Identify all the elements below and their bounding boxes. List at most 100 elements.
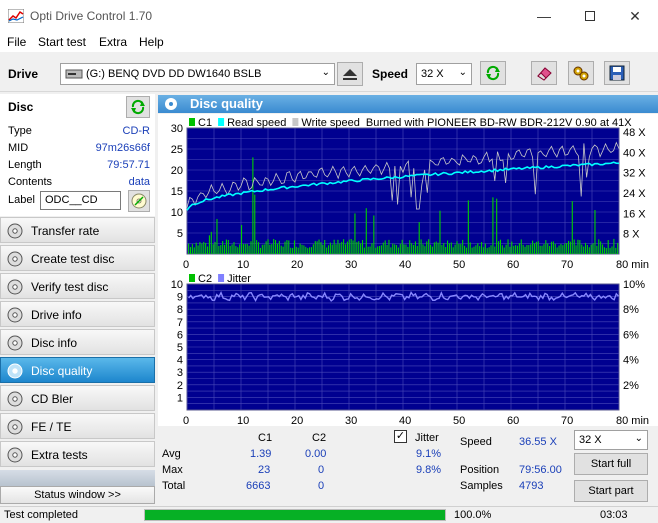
c2-jitter-chart: 0 10 20 30 40 50 60 70 80 min123456789102%4%6%8%… <box>158 270 658 426</box>
nav-label: CD Bler <box>31 392 74 406</box>
disc-info-row: Length 79:57.71 <box>8 159 150 175</box>
nav-drive-info[interactable]: Drive info <box>0 301 155 327</box>
nav-label: Create test disc <box>31 252 115 266</box>
settings-button[interactable] <box>568 61 594 85</box>
disc-info-key: Length <box>8 159 42 171</box>
x-tick-label: 20 <box>291 415 303 426</box>
x-tick-label: 30 <box>345 259 357 270</box>
x-tick-label: 40 <box>399 259 411 270</box>
legend-label: C1 <box>198 117 212 129</box>
erase-button[interactable] <box>531 61 557 85</box>
refresh-icon <box>486 65 500 81</box>
disc-icon <box>7 223 23 239</box>
disc-icon <box>7 335 23 351</box>
nav-verify-test-disc[interactable]: Verify test disc <box>0 273 155 299</box>
stats-avg-label: Avg <box>162 448 181 460</box>
samples-label: Samples <box>460 480 503 492</box>
y-tick-label: 15 <box>171 186 183 198</box>
y-tick-label: 5 <box>177 228 183 240</box>
x-tick-label: 60 <box>507 259 519 270</box>
drive-select[interactable]: (G:) BENQ DVD DD DW1640 BSLB ⌄ <box>60 63 335 85</box>
minimize-icon: — <box>537 8 551 24</box>
progress-text: 100.0% <box>454 509 492 521</box>
menu-extra[interactable]: Extra <box>99 35 127 49</box>
stats-max-c1: 23 <box>258 464 271 476</box>
menu-start-test[interactable]: Start test <box>38 35 86 49</box>
chevron-down-icon: ⌄ <box>458 67 467 78</box>
save-button[interactable] <box>604 61 630 85</box>
y-right-tick-label: 40 X <box>623 147 646 159</box>
disc-icon <box>7 251 23 267</box>
speed-stat-value: 36.55 X <box>519 436 557 448</box>
x-tick-label: 10 <box>237 259 249 270</box>
app-icon <box>8 9 24 23</box>
y-tick-label: 5 <box>177 342 183 354</box>
label-apply-button[interactable] <box>128 190 150 212</box>
stats-max-jitter: 9.8% <box>416 464 442 476</box>
disc-info-row: Type CD-R <box>8 125 150 141</box>
disc-info-key: Contents <box>8 176 53 188</box>
disc-label-input[interactable]: ODC__CD <box>40 191 121 210</box>
refresh-button[interactable] <box>480 61 506 85</box>
disc-refresh-button[interactable] <box>126 96 150 118</box>
menu-file[interactable]: File <box>7 35 26 49</box>
disc-heading: Disc <box>8 100 34 114</box>
checkmark-icon: ✓ <box>395 430 406 442</box>
y-right-tick-label: 32 X <box>623 168 646 180</box>
disc-label-icon <box>131 193 147 209</box>
menu-help[interactable]: Help <box>139 35 164 49</box>
start-part-button[interactable]: Start part <box>574 480 648 502</box>
elapsed-time: 03:03 <box>600 509 628 521</box>
nav-disc-info[interactable]: Disc info <box>0 329 155 355</box>
nav-label: Drive info <box>31 308 82 322</box>
close-button[interactable]: ✕ <box>612 0 658 32</box>
start-full-button[interactable]: Start full <box>574 453 648 475</box>
nav-disc-quality[interactable]: Disc quality <box>0 357 155 383</box>
test-speed-select[interactable]: 32 X ⌄ <box>574 430 648 450</box>
x-tick-label: 50 <box>453 259 465 270</box>
y-tick-label: 3 <box>177 367 183 379</box>
y-tick-label: 20 <box>171 165 183 177</box>
y-tick-label: 1 <box>177 392 183 404</box>
stats-col-jitter: Jitter <box>415 432 439 444</box>
disc-info-row: MID 97m26s66f <box>8 142 150 158</box>
eject-button[interactable] <box>337 62 363 86</box>
nav-fe-te[interactable]: FE / TE <box>0 413 155 439</box>
disc-icon <box>7 307 23 323</box>
position-value: 79:56.00 <box>519 464 562 476</box>
jitter-checkbox[interactable]: ✓ <box>394 430 407 443</box>
window-title: Opti Drive Control 1.70 <box>30 9 153 23</box>
panel-title: Disc quality <box>190 96 263 111</box>
progress-bar <box>144 509 446 521</box>
y-tick-label: 7 <box>177 317 183 329</box>
legend-swatch <box>218 118 225 126</box>
legend-label: C2 <box>198 273 212 285</box>
disc-info-key: MID <box>8 142 29 154</box>
speed-select-value: 32 X <box>421 68 444 80</box>
floppy-save-icon <box>609 65 625 81</box>
maximize-button[interactable] <box>567 0 613 32</box>
gears-icon <box>573 66 589 81</box>
c1-chart: 0 10 20 30 40 50 60 70 80 min 5 10 15 20 25 30 8 X 16 X 2… <box>158 114 658 270</box>
nav-cd-bler[interactable]: CD Bler <box>0 385 155 411</box>
nav-create-test-disc[interactable]: Create test disc <box>0 245 155 271</box>
nav-transfer-rate[interactable]: Transfer rate <box>0 217 155 243</box>
disc-info-value: 97m26s66f <box>95 142 150 154</box>
legend-swatch <box>189 118 195 126</box>
refresh-icon <box>131 99 145 115</box>
disc-info-key: Type <box>8 125 32 137</box>
status-window-button[interactable]: Status window >> <box>0 486 155 504</box>
y-right-tick-label: 6% <box>623 329 639 341</box>
minimize-button[interactable]: — <box>521 0 567 32</box>
x-tick-label: 70 <box>561 259 573 270</box>
drive-icon <box>65 69 83 79</box>
legend-label: Burned with PIONEER BD-RW BDR-212V 0.90 … <box>366 117 632 129</box>
disc-icon <box>7 363 23 379</box>
disc-icon <box>7 279 23 295</box>
x-tick-label: 70 <box>561 415 573 426</box>
y-tick-label: 4 <box>177 355 183 367</box>
stats-avg-jitter: 9.1% <box>416 448 442 460</box>
nav-extra-tests[interactable]: Extra tests <box>0 441 155 467</box>
legend-label: Read speed <box>227 117 286 129</box>
speed-select[interactable]: 32 X ⌄ <box>416 63 472 85</box>
